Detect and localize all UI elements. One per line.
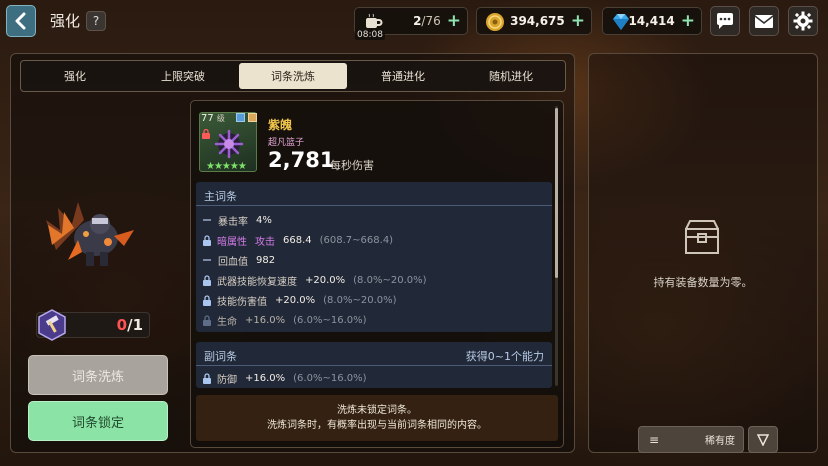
stat-row: 回血值 982 bbox=[202, 252, 283, 268]
lock-icon[interactable] bbox=[202, 274, 212, 286]
diamond-icon bbox=[613, 14, 629, 30]
stat-name: 回血值 bbox=[218, 256, 248, 268]
hero-character-sprite bbox=[46, 202, 134, 266]
tab-reroll[interactable]: 词条洗炼 bbox=[239, 63, 347, 89]
mail-icon bbox=[754, 14, 774, 28]
stat-element: 暗属性 bbox=[217, 236, 247, 248]
item-stars: ★★★★★ bbox=[206, 161, 247, 172]
stat-name: 技能伤害值 bbox=[217, 296, 267, 308]
stat-range: (6.0%~16.0%) bbox=[293, 372, 367, 384]
item-name: 紫魄 bbox=[268, 118, 293, 132]
tab-limit-break[interactable]: 上限突破 bbox=[129, 61, 237, 91]
enhance-tabs: 强化 上限突破 词条洗炼 普通进化 随机进化 bbox=[20, 60, 566, 92]
filter-funnel-icon bbox=[757, 433, 769, 446]
gold-amount: 394,675 bbox=[510, 14, 565, 28]
stat-row: 暴击率 4% bbox=[202, 212, 280, 228]
sub-stats-header: 副词条 bbox=[204, 350, 237, 363]
sub-stats-section: 副词条 获得0~1个能力 防御 +16.0% (6.0%~16.0%) bbox=[196, 342, 552, 388]
stat-value: 668.4 bbox=[283, 234, 312, 246]
stat-range: (8.0%~20.0%) bbox=[353, 274, 427, 286]
lock-stats-button[interactable]: 词条锁定 bbox=[28, 401, 168, 441]
hammer-icon bbox=[38, 309, 66, 341]
coffee-cup-icon bbox=[366, 13, 383, 28]
lock-icon[interactable] bbox=[202, 314, 212, 326]
stat-row[interactable]: 防御 +16.0% (6.0%~16.0%) bbox=[202, 370, 367, 386]
help-button[interactable]: ? bbox=[86, 11, 106, 31]
settings-button[interactable] bbox=[788, 6, 818, 36]
stamina-current: 2 bbox=[413, 14, 422, 28]
stat-range: (6.0%~16.0%) bbox=[293, 314, 367, 326]
stat-name: 防御 bbox=[217, 374, 237, 386]
stat-value: +16.0% bbox=[245, 372, 286, 384]
main-stats-section: 主词条 暴击率 4% 暗属性 攻击 668.4 (608.7~668.4) 回血… bbox=[196, 182, 552, 332]
gem-counter: 14,414 + bbox=[602, 7, 702, 35]
item-level: 77 级 bbox=[201, 113, 225, 124]
gold-counter: 394,675 + bbox=[476, 7, 592, 35]
stat-range: (8.0%~20.0%) bbox=[323, 294, 397, 306]
lock-icon[interactable] bbox=[202, 372, 212, 384]
lock-icon[interactable] bbox=[202, 294, 212, 306]
divider bbox=[196, 205, 552, 206]
notice-line-2: 洗炼词条时，有概率出现与当前词条相同的内容。 bbox=[267, 420, 487, 431]
sort-rarity-button[interactable]: ≡ 稀有度 bbox=[638, 426, 744, 453]
stat-value: 4% bbox=[256, 214, 272, 226]
grade-tag-icon bbox=[248, 113, 257, 122]
chat-bubble-icon bbox=[717, 13, 733, 29]
stat-name: 暴击率 bbox=[218, 216, 248, 228]
stat-name: 武器技能恢复速度 bbox=[217, 276, 297, 288]
reroll-button[interactable]: 词条洗炼 bbox=[28, 355, 168, 395]
gold-coin-icon bbox=[486, 13, 504, 31]
tab-random-evolution[interactable]: 随机进化 bbox=[457, 61, 565, 91]
stat-name: 生命 bbox=[217, 316, 237, 328]
gem-amount: 14,414 bbox=[628, 14, 675, 28]
tab-enhance[interactable]: 强化 bbox=[21, 61, 129, 91]
item-type: 超凡篮子 bbox=[268, 138, 305, 148]
filter-button[interactable] bbox=[748, 426, 778, 453]
main-stats-header: 主词条 bbox=[204, 190, 237, 203]
divider bbox=[196, 365, 552, 366]
hammer-count: 0/1 bbox=[116, 316, 143, 334]
mail-button[interactable] bbox=[749, 6, 779, 36]
stat-value: +16.0% bbox=[245, 314, 286, 326]
lock-icon bbox=[202, 129, 210, 139]
stat-value: +20.0% bbox=[305, 274, 346, 286]
lock-icon[interactable] bbox=[202, 234, 212, 246]
add-stamina-button[interactable]: + bbox=[447, 12, 461, 30]
page-title: 强化 bbox=[50, 12, 81, 30]
list-icon: ≡ bbox=[649, 432, 660, 447]
stats-scrollbar-thumb[interactable] bbox=[555, 108, 558, 278]
add-gold-button[interactable]: + bbox=[571, 12, 585, 30]
tab-normal-evolution[interactable]: 普通进化 bbox=[349, 61, 457, 91]
stat-row[interactable]: 暗属性 攻击 668.4 (608.7~668.4) bbox=[202, 232, 393, 248]
item-dps-label: 每秒伤害 bbox=[330, 159, 374, 172]
unlocked-marker bbox=[203, 259, 211, 261]
notice-line-1: 洗炼未锁定词条。 bbox=[337, 405, 417, 416]
stat-row[interactable]: 技能伤害值 +20.0% (8.0%~20.0%) bbox=[202, 292, 397, 308]
stat-row[interactable]: 武器技能恢复速度 +20.0% (8.0%~20.0%) bbox=[202, 272, 427, 288]
sub-stats-hint: 获得0~1个能力 bbox=[465, 350, 544, 363]
reroll-notice: 洗炼未锁定词条。 洗炼词条时，有概率出现与当前词条相同的内容。 bbox=[196, 395, 558, 441]
stat-name: 攻击 bbox=[255, 236, 275, 248]
sort-label: 稀有度 bbox=[705, 436, 735, 447]
chevron-left-icon bbox=[15, 12, 26, 30]
stat-value: +20.0% bbox=[275, 294, 316, 306]
stat-row[interactable]: 生命 +16.0% (6.0%~16.0%) bbox=[202, 312, 367, 328]
chat-button[interactable] bbox=[710, 6, 740, 36]
chest-icon bbox=[685, 220, 719, 254]
stat-range: (608.7~668.4) bbox=[319, 234, 394, 246]
awaken-tag-icon bbox=[236, 113, 245, 122]
gear-icon bbox=[793, 11, 813, 31]
stat-value: 982 bbox=[256, 254, 276, 266]
back-button[interactable] bbox=[6, 5, 36, 37]
item-dps-value: 2,781 bbox=[268, 148, 335, 172]
stamina-max: 76 bbox=[425, 14, 441, 28]
add-gem-button[interactable]: + bbox=[681, 12, 695, 30]
unlocked-marker bbox=[203, 219, 211, 221]
inventory-empty-message: 持有装备数量为零。 bbox=[653, 276, 753, 289]
stamina-timer: 08:08 bbox=[355, 30, 385, 40]
